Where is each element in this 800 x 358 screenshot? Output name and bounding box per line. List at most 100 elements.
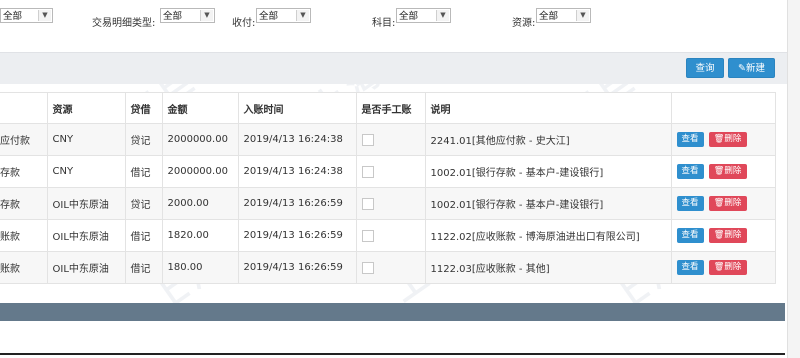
manual-cell <box>355 251 426 284</box>
trash-icon: 🗑 <box>713 198 725 208</box>
trash-icon: 🗑 <box>713 262 725 272</box>
actions-cell: 查看 🗑删除 <box>670 219 776 252</box>
first-filter-value: 全部 <box>3 11 23 22</box>
manual-checkbox[interactable] <box>361 197 374 210</box>
manual-checkbox[interactable] <box>361 133 374 146</box>
table-row: 账款 OIL中东原油 借记 1820.00 2019/4/13 16:26:59… <box>0 219 776 252</box>
subject-cell: 账款 <box>0 219 48 252</box>
trash-icon: 🗑 <box>713 230 725 240</box>
table-header-row: 资源 贷借 金额 入账时间 是否手工账 说明 <box>0 92 776 124</box>
subject-cell: 存款 <box>0 155 48 188</box>
column-header-post-time: 入账时间 <box>237 92 357 124</box>
toolbar: 查询 ✎新建 <box>0 52 788 84</box>
column-header-manual: 是否手工账 <box>355 92 426 124</box>
chevron-down-icon: ▼ <box>576 10 589 21</box>
delete-label: 删除 <box>724 198 742 208</box>
view-button[interactable]: 查看 <box>676 228 704 243</box>
actions-cell: 查看 🗑删除 <box>670 155 776 188</box>
amount-cell: 2000000.00 <box>161 123 239 156</box>
filter-row: 全部 ▼ 交易明细类型: 全部 ▼ 收付: 全部 ▼ 科目: 全部 ▼ 资源: … <box>0 0 800 52</box>
query-button[interactable]: 查询 <box>686 58 724 78</box>
view-button[interactable]: 查看 <box>676 164 704 179</box>
debit-credit-cell: 借记 <box>124 251 163 284</box>
query-button-label: 查询 <box>695 63 715 74</box>
new-button[interactable]: ✎新建 <box>728 58 775 78</box>
debit-credit-cell: 贷记 <box>124 123 163 156</box>
subject-value: 全部 <box>399 11 419 22</box>
source-label: 资源: <box>512 18 536 29</box>
column-header-description: 说明 <box>424 92 672 124</box>
subject-select[interactable]: 全部 ▼ <box>396 8 451 23</box>
delete-label: 删除 <box>724 230 742 240</box>
source-select[interactable]: 全部 ▼ <box>536 8 591 23</box>
payment-label: 收付: <box>232 18 256 29</box>
subject-label: 科目: <box>372 18 396 29</box>
manual-cell <box>355 187 426 220</box>
subject-cell: 存款 <box>0 187 48 220</box>
delete-label: 删除 <box>724 262 742 272</box>
description-cell: 1002.01[银行存款 - 基本户-建设银行] <box>424 155 672 188</box>
bottom-divider <box>0 353 785 355</box>
view-button[interactable]: 查看 <box>676 132 704 147</box>
manual-checkbox[interactable] <box>361 165 374 178</box>
delete-button[interactable]: 🗑删除 <box>708 260 747 275</box>
debit-credit-cell: 借记 <box>124 219 163 252</box>
first-filter-select[interactable]: 全部 ▼ <box>0 8 53 23</box>
manual-checkbox[interactable] <box>361 229 374 242</box>
detail-type-select[interactable]: 全部 ▼ <box>160 8 215 23</box>
payment-value: 全部 <box>259 11 279 22</box>
source-cell: OIL中东原油 <box>46 251 126 284</box>
vertical-scrollbar[interactable] <box>787 0 800 358</box>
debit-credit-cell: 贷记 <box>124 187 163 220</box>
view-button[interactable]: 查看 <box>676 260 704 275</box>
description-cell: 1122.03[应收账款 - 其他] <box>424 251 672 284</box>
chevron-down-icon: ▼ <box>296 10 309 21</box>
description-cell: 2241.01[其他应付款 - 史大江] <box>424 123 672 156</box>
column-header <box>0 92 48 124</box>
post-time-cell: 2019/4/13 16:26:59 <box>237 219 357 252</box>
post-time-cell: 2019/4/13 16:26:59 <box>237 187 357 220</box>
source-value: 全部 <box>539 11 559 22</box>
column-header-source: 资源 <box>46 92 126 124</box>
delete-label: 删除 <box>724 166 742 176</box>
column-header-amount: 金额 <box>161 92 239 124</box>
table-row: 应付款 CNY 贷记 2000000.00 2019/4/13 16:24:38… <box>0 123 776 156</box>
trash-icon: 🗑 <box>713 166 725 176</box>
new-button-label: 新建 <box>745 63 765 74</box>
delete-button[interactable]: 🗑删除 <box>708 228 747 243</box>
actions-cell: 查看 🗑删除 <box>670 187 776 220</box>
payment-select[interactable]: 全部 ▼ <box>256 8 311 23</box>
column-header-actions <box>670 92 776 124</box>
detail-type-value: 全部 <box>163 11 183 22</box>
chevron-down-icon: ▼ <box>200 10 213 21</box>
description-cell: 1002.01[银行存款 - 基本户-建设银行] <box>424 187 672 220</box>
chevron-down-icon: ▼ <box>38 10 51 21</box>
actions-cell: 查看 🗑删除 <box>670 123 776 156</box>
subject-cell: 账款 <box>0 251 48 284</box>
post-time-cell: 2019/4/13 16:24:38 <box>237 155 357 188</box>
amount-cell: 180.00 <box>161 251 239 284</box>
delete-button[interactable]: 🗑删除 <box>708 164 747 179</box>
description-cell: 1122.02[应收账款 - 博海原油进出口有限公司] <box>424 219 672 252</box>
footer-bar <box>0 303 785 321</box>
amount-cell: 1820.00 <box>161 219 239 252</box>
actions-cell: 查看 🗑删除 <box>670 251 776 284</box>
trash-icon: 🗑 <box>713 134 725 144</box>
delete-label: 删除 <box>724 134 742 144</box>
delete-button[interactable]: 🗑删除 <box>708 132 747 147</box>
manual-cell <box>355 155 426 188</box>
debit-credit-cell: 借记 <box>124 155 163 188</box>
manual-cell <box>355 123 426 156</box>
delete-button[interactable]: 🗑删除 <box>708 196 747 211</box>
source-cell: OIL中东原油 <box>46 219 126 252</box>
post-time-cell: 2019/4/13 16:26:59 <box>237 251 357 284</box>
source-cell: CNY <box>46 123 126 156</box>
manual-checkbox[interactable] <box>361 261 374 274</box>
manual-cell <box>355 219 426 252</box>
post-time-cell: 2019/4/13 16:24:38 <box>237 123 357 156</box>
subject-cell: 应付款 <box>0 123 48 156</box>
table-row: 存款 OIL中东原油 贷记 2000.00 2019/4/13 16:26:59… <box>0 187 776 220</box>
column-header-debit-credit: 贷借 <box>124 92 163 124</box>
pencil-icon: ✎ <box>738 63 746 74</box>
view-button[interactable]: 查看 <box>676 196 704 211</box>
